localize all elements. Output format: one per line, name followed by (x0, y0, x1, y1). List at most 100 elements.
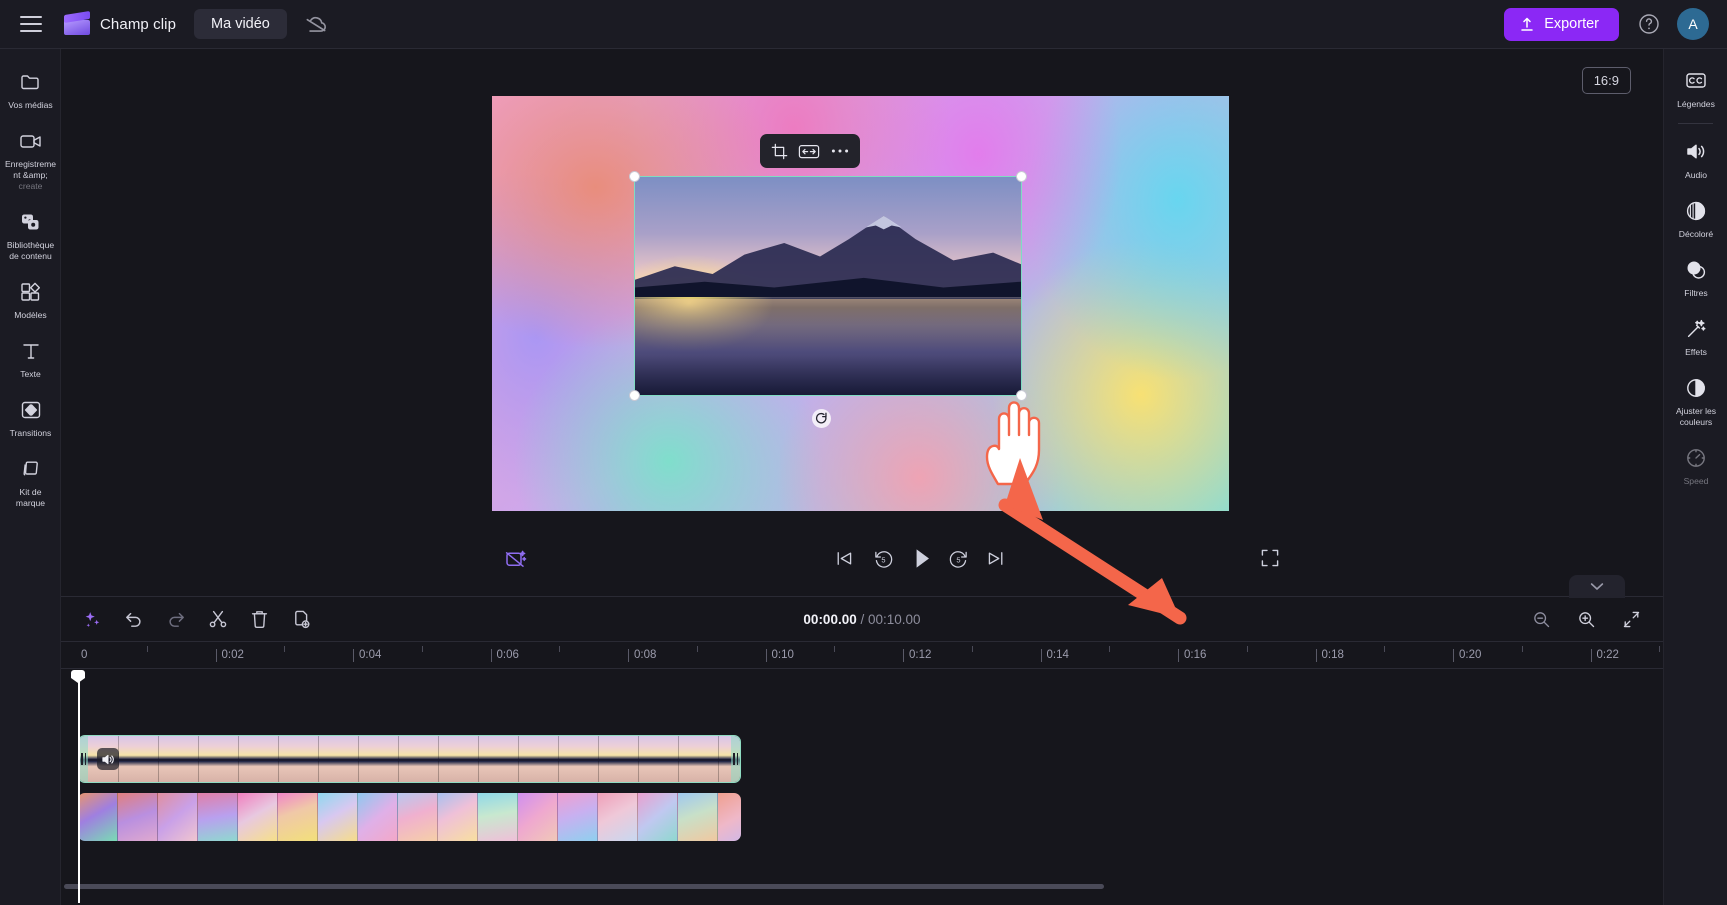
rotate-icon (815, 412, 828, 425)
sidebar-item-modeles[interactable]: Modèles (0, 269, 61, 328)
delete-button[interactable] (250, 609, 269, 629)
clip-thumbnail (478, 793, 518, 841)
sidebar-item-ajuster-les-couleurs[interactable]: Ajuster les couleurs (1664, 364, 1727, 434)
ruler-minor-tick (284, 646, 286, 652)
sidebar-item-texte[interactable]: Texte (0, 328, 61, 387)
timeline-scrollbar-track (61, 884, 1663, 897)
help-circle-icon[interactable] (1637, 12, 1661, 36)
sidebar-item-label: Transitions (9, 428, 52, 438)
export-button-label: Exporter (1544, 16, 1599, 32)
sidebar-item-speed[interactable]: Speed (1664, 434, 1727, 493)
hamburger-icon[interactable] (20, 16, 42, 32)
ruler-label: 0:14 (1046, 649, 1069, 661)
sidebar-item-legendes[interactable]: Légendes (1664, 57, 1727, 116)
brand-kit-icon (2, 456, 59, 481)
preview-media-image (635, 177, 1021, 395)
speed-gauge-icon (1666, 445, 1726, 470)
sidebar-item-vos-medias[interactable]: Vos médias (0, 59, 61, 118)
element-toolbar (760, 134, 860, 168)
avatar[interactable]: A (1677, 8, 1709, 40)
ruler-label: 0:12 (909, 649, 932, 661)
total-time: 00:10.00 (868, 611, 921, 627)
split-button[interactable] (208, 609, 228, 629)
sidebar-item-decolore[interactable]: Décoloré (1664, 187, 1727, 246)
timeline-collapse-tab[interactable] (1569, 575, 1625, 598)
app-logo (64, 10, 90, 35)
rotate-handle[interactable] (812, 409, 831, 428)
ruler-tick (1178, 649, 1179, 662)
ruler-tick (1315, 649, 1317, 662)
export-button[interactable]: Exporter (1504, 7, 1619, 41)
fit-timeline-button[interactable] (1622, 610, 1641, 629)
skip-next-button[interactable] (986, 549, 1005, 568)
rewind-5-button[interactable]: 5 (873, 548, 894, 569)
aspect-ratio-badge[interactable]: 16:9 (1581, 67, 1631, 94)
speaker-icon (1666, 139, 1726, 164)
ruler-minor-tick (834, 646, 836, 652)
clip-thumbnail (318, 793, 358, 841)
ruler-label: 0:22 (1596, 649, 1619, 661)
undo-button[interactable] (124, 609, 144, 629)
project-name-field[interactable]: Ma vidéo (194, 9, 287, 39)
sidebar-item-audio[interactable]: Audio (1664, 128, 1727, 187)
sidebar-item-filtres[interactable]: Filtres (1664, 246, 1727, 305)
chevron-down-icon (1590, 582, 1604, 591)
sidebar-item-sublabel: create (18, 181, 43, 191)
ruler-label: 0:10 (771, 649, 794, 661)
play-button[interactable] (910, 546, 934, 571)
resize-handle-bottom-left[interactable] (629, 390, 640, 401)
clip-thumbnail (438, 793, 478, 841)
trim-handle-right[interactable] (731, 736, 740, 782)
selected-media-frame[interactable] (629, 171, 1027, 401)
sidebar-item-kit-de-marque[interactable]: Kit de marque (0, 446, 61, 516)
clip-audio-button[interactable] (97, 748, 119, 770)
clip-thumbnails (78, 793, 741, 841)
ruler-label: 0:04 (359, 649, 382, 661)
fullscreen-button[interactable] (1261, 549, 1279, 567)
magic-tools-button[interactable] (83, 610, 102, 629)
app-title: Champ clip (100, 15, 177, 33)
sidebar-item-bibliotheque[interactable]: Bibliothèque de contenu (0, 199, 61, 269)
timeline-zoom-controls (1532, 610, 1663, 629)
resize-handle-top-left[interactable] (629, 171, 640, 182)
sidebar-item-enregistrement[interactable]: Enregistrement &amp; create (0, 118, 61, 199)
timeline-ruler[interactable]: 0 0:02 0:04 0:06 0:08 0:10 0:12 0:14 0:16 0:18 0:2… (61, 641, 1663, 669)
water-reflection (635, 299, 1021, 395)
transitions-icon (2, 397, 59, 422)
sidebar-item-transitions[interactable]: Transitions (0, 387, 61, 446)
ruler-tick (903, 649, 904, 662)
skip-previous-button[interactable] (835, 549, 854, 568)
ruler-minor-tick (1109, 646, 1111, 652)
sidebar-item-label: Enregistrement &amp; (4, 159, 57, 180)
timeline-clip-background[interactable] (78, 793, 741, 841)
zoom-in-button[interactable] (1577, 610, 1596, 629)
ruler-label: 0:18 (1321, 649, 1344, 661)
ruler-minor-tick (146, 646, 148, 652)
timeline-clip-video[interactable] (78, 735, 741, 783)
cloud-off-icon[interactable] (303, 11, 329, 37)
preview-canvas[interactable] (492, 96, 1229, 511)
sidebar-item-label: Texte (20, 369, 41, 379)
fit-width-button[interactable] (798, 143, 820, 160)
redo-button[interactable] (166, 609, 186, 629)
ruler-tick (628, 649, 629, 662)
forward-5-button[interactable]: 5 (948, 548, 969, 569)
timeline-scrollbar[interactable] (64, 884, 1104, 889)
crop-button[interactable] (771, 143, 788, 160)
clip-thumbnail (198, 793, 238, 841)
clip-thumbnail (78, 793, 118, 841)
ruler-tick (490, 649, 492, 662)
clip-thumbnail (278, 793, 318, 841)
ruler-minor-tick (1659, 646, 1661, 652)
auto-compose-button[interactable] (504, 548, 528, 572)
sidebar-item-effets[interactable]: Effets (1664, 305, 1727, 364)
trim-handle-left[interactable] (79, 736, 88, 782)
sidebar-item-label: Effets (1685, 347, 1707, 357)
mountain-silhouette (635, 215, 1021, 297)
more-options-button[interactable] (831, 148, 849, 154)
duplicate-button[interactable] (291, 609, 311, 629)
resize-handle-top-right[interactable] (1016, 171, 1027, 182)
text-icon (2, 338, 59, 363)
zoom-out-button[interactable] (1532, 610, 1551, 629)
sidebar-item-label: Légendes (1677, 99, 1715, 109)
